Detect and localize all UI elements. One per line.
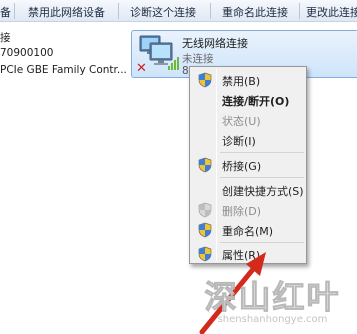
change-connection-button[interactable]: 更改此连接 — [306, 4, 357, 20]
rename-connection-button[interactable]: 重命名此连接 — [222, 4, 288, 20]
menu-item-status: 状态(U) — [192, 110, 304, 130]
menu-item-disable[interactable]: 禁用(B) — [192, 70, 304, 90]
menu-item-create-shortcut[interactable]: 创建快捷方式(S) — [192, 180, 304, 200]
site-watermark: 深山红叶 shenshanhongye.com — [188, 272, 357, 334]
wireless-adapter-name: 无线网络连接 — [182, 37, 248, 50]
menu-item-connect-disconnect[interactable]: 连接/断开(O) — [192, 90, 304, 110]
menu-item-label: 禁用(B) — [222, 75, 261, 88]
menu-item-diagnose[interactable]: 诊断(I) — [192, 130, 304, 150]
menu-separator — [220, 152, 304, 153]
toolbar-separator — [299, 3, 300, 19]
menu-separator — [220, 177, 304, 178]
wired-adapter-id: 70900100 — [0, 47, 54, 59]
menu-item-delete: 删除(D) — [192, 200, 304, 220]
toolbar-item-partial[interactable]: 备 — [0, 4, 11, 20]
command-toolbar: 备 禁用此网络设备 诊断这个连接 重命名此连接 更改此连接 — [0, 0, 357, 22]
disable-device-button[interactable]: 禁用此网络设备 — [28, 4, 105, 20]
wired-adapter-device: PCIe GBE Family Contr... — [0, 64, 127, 76]
wired-adapter-name: 接 — [0, 32, 11, 44]
menu-item-bridge[interactable]: 桥接(G) — [192, 155, 304, 175]
diagnose-connection-button[interactable]: 诊断这个连接 — [130, 4, 196, 20]
shield-icon — [198, 72, 212, 88]
menu-item-label: 连接/断开(O) — [222, 95, 290, 108]
shield-icon — [198, 222, 212, 238]
toolbar-separator — [210, 3, 211, 19]
watermark-url: shenshanhongye.com — [217, 314, 328, 325]
toolbar-separator — [14, 3, 15, 19]
shield-icon — [198, 157, 212, 173]
toolbar-separator — [118, 3, 119, 19]
menu-item-label: 状态(U) — [222, 115, 261, 128]
wired-adapter-item[interactable]: 接 70900100 PCIe GBE Family Contr... — [0, 22, 130, 86]
watermark-text: 深山红叶 — [204, 278, 341, 317]
menu-item-label: 诊断(I) — [222, 135, 256, 148]
wireless-adapter-status: 未连接 — [182, 53, 214, 65]
disconnected-x-icon: ✕ — [136, 61, 147, 76]
shield-icon — [198, 202, 212, 218]
context-menu: 禁用(B) 连接/断开(O) 状态(U) 诊断(I) 桥接(G) 创建快捷方式(… — [189, 66, 307, 264]
menu-item-label: 删除(D) — [222, 205, 262, 218]
menu-item-label: 创建快捷方式(S) — [222, 185, 304, 198]
menu-item-label: 重命名(M) — [222, 225, 274, 238]
menu-item-label: 桥接(G) — [222, 160, 262, 173]
menu-item-rename[interactable]: 重命名(M) — [192, 220, 304, 240]
